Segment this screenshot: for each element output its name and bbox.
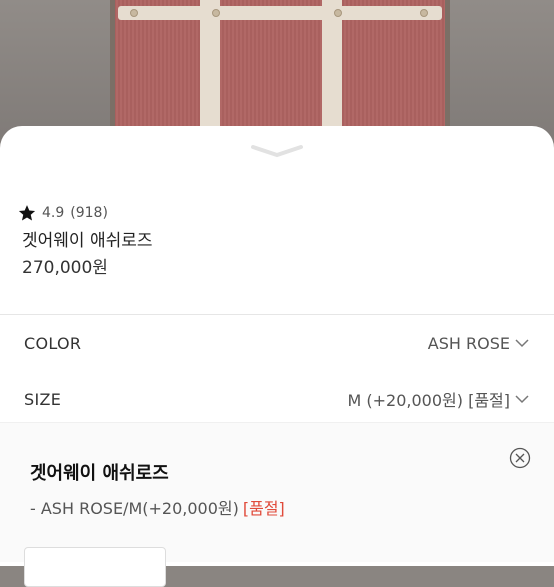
selected-item-detail-line: - ASH ROSE/M(+20,000원) [품절] [30, 495, 285, 519]
color-option-select[interactable]: ASH ROSE [428, 334, 530, 353]
bag-rivet [420, 9, 428, 17]
soldout-badge: [품절] [242, 499, 285, 518]
selected-item-panel: 겟어웨이 애쉬로즈 - ASH ROSE/M(+20,000원) [품절] [0, 422, 554, 587]
option-bottom-sheet: 4.9 (918) 겟어웨이 애쉬로즈 270,000원 COLOR ASH R… [0, 126, 554, 587]
selected-item-detail: - ASH ROSE/M(+20,000원) [30, 499, 239, 518]
size-option-select[interactable]: M (+20,000원) [품절] [348, 387, 531, 411]
bag-strap-horizontal [118, 6, 442, 20]
color-option-row[interactable]: COLOR ASH ROSE [24, 332, 530, 354]
bag-rivet [212, 9, 220, 17]
review-count: (918) [70, 205, 108, 221]
product-price: 270,000원 [22, 258, 108, 278]
chevron-down-icon [515, 395, 529, 404]
size-option-row[interactable]: SIZE M (+20,000원) [품절] [24, 388, 530, 410]
color-option-label: COLOR [24, 333, 82, 353]
bag-rivet [334, 9, 342, 17]
sheet-handle-icon[interactable] [251, 144, 303, 158]
product-name: 겟어웨이 애쉬로즈 [22, 231, 153, 251]
close-circle-icon[interactable] [509, 447, 531, 469]
selected-item-name: 겟어웨이 애쉬로즈 [30, 463, 169, 484]
product-rating: 4.9 (918) [18, 204, 108, 222]
divider [0, 314, 554, 315]
color-option-value: ASH ROSE [427, 333, 510, 353]
chevron-down-icon [515, 339, 529, 348]
bag-rivet [130, 9, 138, 17]
size-option-label: SIZE [24, 389, 62, 409]
rating-score: 4.9 [42, 205, 65, 221]
quantity-stepper[interactable] [24, 547, 166, 587]
star-icon [18, 205, 36, 221]
size-option-value: M (+20,000원) [품절] [347, 391, 511, 410]
